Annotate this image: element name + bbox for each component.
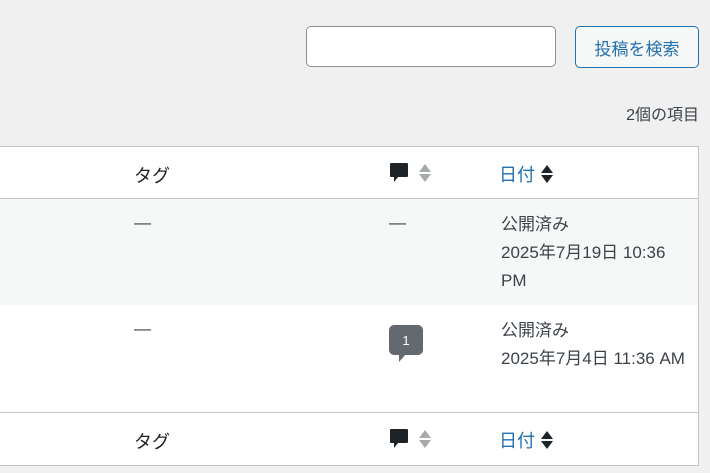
comment-count-bubble[interactable]: 1 <box>389 325 423 362</box>
column-footer-comments[interactable] <box>389 427 431 451</box>
sort-arrows-icon <box>541 165 553 183</box>
column-footer-date[interactable]: 日付 <box>499 427 553 453</box>
search-posts-button[interactable]: 投稿を検索 <box>575 26 699 68</box>
table-row: — 1 公開済み 2025年7月4日 11:36 AM <box>0 305 698 412</box>
row-tags: — <box>134 213 151 232</box>
row-tags: — <box>134 319 151 338</box>
table-footer-row: タグ 日付 <box>0 412 698 464</box>
sort-arrows-icon <box>419 164 431 182</box>
search-input[interactable] <box>306 26 556 67</box>
column-footer-date-label[interactable]: 日付 <box>499 427 535 453</box>
row-date-value: 2025年7月4日 11:36 AM <box>501 349 685 368</box>
comment-icon <box>390 163 408 182</box>
sort-arrows-icon <box>419 430 431 448</box>
row-status: 公開済み <box>501 321 569 340</box>
column-header-date[interactable]: 日付 <box>499 161 553 187</box>
column-header-tags: タグ <box>134 166 170 186</box>
column-footer-tags: タグ <box>134 432 170 452</box>
item-count: 2個の項目 <box>626 107 699 124</box>
row-status: 公開済み <box>501 215 569 234</box>
comment-icon <box>390 429 408 448</box>
row-comments: — <box>389 213 406 232</box>
column-header-date-label[interactable]: 日付 <box>499 161 535 187</box>
table-row: — — 公開済み 2025年7月19日 10:36 PM <box>0 199 698 305</box>
table-header-row: タグ 日付 <box>0 147 698 199</box>
row-date: 公開済み 2025年7月4日 11:36 AM <box>501 317 691 373</box>
row-date-value: 2025年7月19日 10:36 PM <box>501 243 666 290</box>
row-date: 公開済み 2025年7月19日 10:36 PM <box>501 211 691 295</box>
posts-table: タグ 日付 — — 公開済み 2025年7月19日 10:36 PM — 1 公… <box>0 146 699 466</box>
column-header-comments[interactable] <box>389 161 431 185</box>
sort-arrows-icon <box>541 431 553 449</box>
